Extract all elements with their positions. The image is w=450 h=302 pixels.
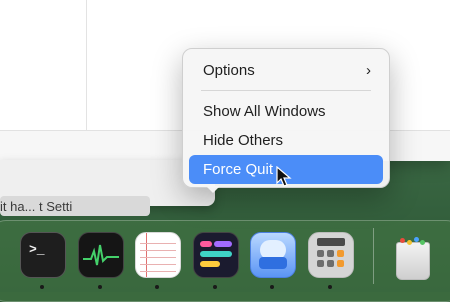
notes-line bbox=[140, 271, 176, 272]
menu-separator bbox=[201, 90, 371, 91]
notes-line bbox=[140, 250, 176, 251]
calculator-key bbox=[337, 260, 344, 267]
drive-icon[interactable] bbox=[250, 232, 296, 278]
menu-item-options[interactable]: Options › bbox=[189, 56, 383, 85]
terminal-icon[interactable]: >_ bbox=[20, 232, 66, 278]
shortcuts-icon[interactable] bbox=[193, 232, 239, 278]
menu-item-hide-others[interactable]: Hide Others bbox=[189, 126, 383, 155]
notes-line bbox=[140, 257, 176, 258]
dock-separator bbox=[373, 228, 374, 284]
shortcuts-bar bbox=[214, 241, 232, 247]
terminal-prompt-glyph: >_ bbox=[29, 242, 45, 257]
menu-item-label: Force Quit bbox=[203, 161, 274, 178]
running-indicator bbox=[328, 285, 332, 289]
calculator-key bbox=[337, 250, 344, 257]
background-window-title: it ha... t Setti bbox=[0, 200, 73, 214]
mouse-pointer-icon bbox=[276, 166, 292, 187]
notes-line bbox=[140, 264, 176, 265]
trash-body bbox=[396, 242, 430, 280]
chevron-right-icon: › bbox=[366, 62, 371, 79]
activity-monitor-icon[interactable] bbox=[78, 232, 124, 278]
shortcuts-bar bbox=[200, 251, 232, 257]
activity-graph bbox=[83, 244, 119, 266]
running-indicator bbox=[270, 285, 274, 289]
calculator-icon[interactable] bbox=[308, 232, 354, 278]
running-indicator bbox=[40, 285, 44, 289]
running-indicator bbox=[98, 285, 102, 289]
calculator-display bbox=[317, 238, 345, 246]
calculator-key bbox=[327, 260, 334, 267]
running-indicator bbox=[155, 285, 159, 289]
shortcuts-bar bbox=[200, 261, 220, 267]
calculator-key bbox=[317, 260, 324, 267]
menu-item-show-all-windows[interactable]: Show All Windows bbox=[189, 97, 383, 126]
calculator-key bbox=[327, 250, 334, 257]
menu-item-label: Hide Others bbox=[203, 132, 284, 149]
menu-pointer-tail bbox=[206, 186, 220, 193]
menu-item-label: Options bbox=[203, 62, 255, 79]
trash-icon[interactable] bbox=[392, 236, 432, 280]
running-indicator bbox=[213, 285, 217, 289]
drive-icon-base bbox=[259, 257, 287, 269]
notes-line bbox=[140, 243, 176, 244]
textedit-icon[interactable] bbox=[135, 232, 181, 278]
window-divider bbox=[86, 0, 87, 130]
menu-item-label: Show All Windows bbox=[203, 103, 326, 120]
shortcuts-bar bbox=[200, 241, 212, 247]
calculator-key bbox=[317, 250, 324, 257]
